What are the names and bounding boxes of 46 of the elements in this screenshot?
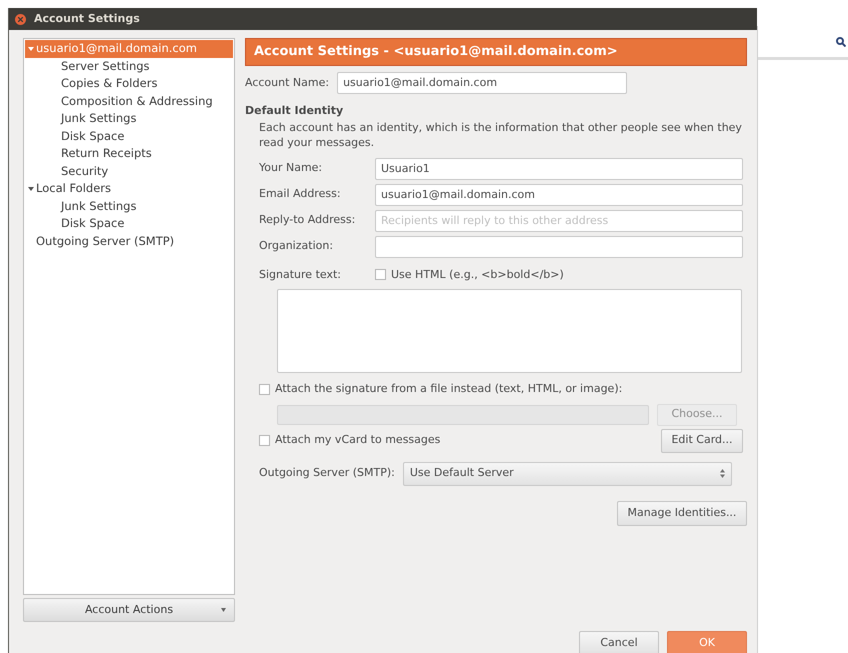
tree-item[interactable]: Outgoing Server (SMTP) [25, 232, 233, 250]
smtp-select[interactable]: Use Default Server [402, 462, 732, 486]
checkbox[interactable] [259, 384, 270, 395]
edit-card-button[interactable]: Edit Card... [661, 428, 743, 452]
text-field[interactable]: usuario1@mail.domain.com [375, 184, 743, 206]
field-label: Your Name: [259, 160, 324, 176]
tree-item[interactable]: Junk Settings [25, 110, 233, 128]
tree-item[interactable]: Copies & Folders [25, 75, 233, 92]
checkbox[interactable] [259, 435, 270, 446]
manage-identities-button[interactable]: Manage Identities... [617, 500, 747, 526]
field-label: Email Address: [259, 186, 342, 202]
tree-item[interactable]: Security [25, 162, 233, 180]
checkbox-label[interactable]: Attach the signature from a file instead (text, HTML, or image): [275, 381, 622, 398]
file-path-field[interactable] [277, 404, 649, 424]
account-name-field[interactable]: usuario1@mail.domain.com [337, 72, 628, 94]
panel-header: Account Settings - <usuario1@mail.domain.com> [245, 38, 747, 66]
expanded-triangle-icon[interactable] [28, 186, 34, 192]
close-button[interactable] [15, 14, 26, 24]
spinner-arrows-icon [720, 469, 725, 478]
section-title: Default Identity [245, 103, 344, 119]
tree-item[interactable]: Disk Space [25, 128, 233, 145]
tree-item[interactable]: Local Folders [25, 180, 233, 198]
text-field[interactable]: Recipients will reply to this other address [375, 210, 743, 232]
signature-text-area[interactable] [277, 289, 742, 373]
account-actions-button[interactable]: Account Actions [23, 598, 235, 622]
dropdown-arrow-icon [221, 608, 226, 612]
checkbox[interactable] [375, 269, 386, 280]
tree-item[interactable]: Server Settings [25, 58, 233, 75]
field-label: Outgoing Server (SMTP): [259, 465, 395, 482]
tree-item[interactable]: Junk Settings [25, 198, 233, 215]
tree-item[interactable]: Return Receipts [25, 145, 233, 162]
field-label: Organization: [259, 238, 334, 254]
tree-item[interactable]: Disk Space [25, 215, 233, 232]
field-label: Signature text: [259, 266, 342, 282]
checkbox-label[interactable]: Attach my vCard to messages [275, 432, 661, 449]
text-field[interactable]: Usuario1 [375, 158, 743, 180]
section-description: Each account has an identity, which is the information that other people see when they read your messages. [258, 120, 743, 150]
cancel-button[interactable]: Cancel [579, 631, 659, 653]
window-title: Account Settings [34, 10, 140, 27]
search-icon [836, 36, 846, 46]
field-label: Reply-to Address: [259, 212, 356, 228]
close-icon [18, 16, 23, 22]
tree-item[interactable]: Composition & Addressing [25, 92, 233, 110]
checkbox-label[interactable]: Use HTML (e.g., <b>bold</b>) [391, 266, 564, 283]
field-label: Account Name: [245, 74, 330, 91]
text-field[interactable] [375, 236, 743, 258]
